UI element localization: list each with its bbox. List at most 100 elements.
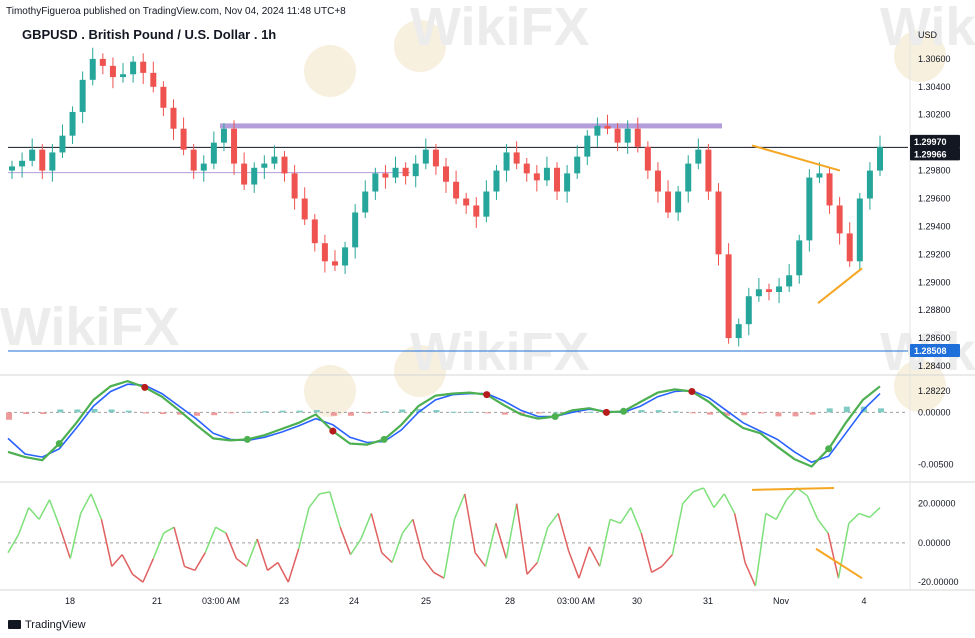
price-candle[interactable] <box>755 289 762 297</box>
price-candle[interactable] <box>776 286 783 293</box>
price-candle[interactable] <box>160 86 167 108</box>
price-candle[interactable] <box>543 167 550 181</box>
price-candle[interactable] <box>19 160 26 167</box>
crossover-dot[interactable] <box>380 435 388 443</box>
price-candle[interactable] <box>109 65 116 78</box>
price-candle[interactable] <box>170 107 177 129</box>
crossover-dot[interactable] <box>329 427 337 435</box>
price-candle[interactable] <box>120 74 127 78</box>
symbol-title[interactable]: GBPUSD . British Pound / U.S. Dollar . 1… <box>22 27 276 42</box>
price-candle[interactable] <box>321 243 328 262</box>
price-candle[interactable] <box>402 167 409 177</box>
price-candle[interactable] <box>130 61 137 75</box>
price-candle[interactable] <box>231 128 238 164</box>
price-candle[interactable] <box>362 191 369 213</box>
price-candle[interactable] <box>715 191 722 255</box>
price-candle[interactable] <box>877 146 883 171</box>
price-candle[interactable] <box>422 149 429 164</box>
crossover-dot[interactable] <box>243 435 251 443</box>
price-candle[interactable] <box>453 181 460 199</box>
price-candle[interactable] <box>29 149 36 161</box>
price-candle[interactable] <box>513 152 520 164</box>
price-candle[interactable] <box>473 205 480 217</box>
price-candle[interactable] <box>654 170 661 192</box>
price-candle[interactable] <box>412 163 419 177</box>
price-candle[interactable] <box>584 135 591 157</box>
price-candle[interactable] <box>39 149 46 171</box>
price-candle[interactable] <box>220 128 227 143</box>
price-candle[interactable] <box>382 173 389 178</box>
price-candle[interactable] <box>200 163 207 171</box>
price-candle[interactable] <box>624 128 631 143</box>
orange-trendline[interactable] <box>751 144 841 172</box>
price-candle[interactable] <box>241 163 248 185</box>
price-candle[interactable] <box>69 111 76 136</box>
price-candle[interactable] <box>866 170 873 199</box>
price-candle[interactable] <box>281 156 288 174</box>
crossover-dot[interactable] <box>620 407 628 415</box>
crossover-dot[interactable] <box>688 388 696 396</box>
crossover-dot[interactable] <box>602 408 610 416</box>
price-candle[interactable] <box>836 205 843 234</box>
price-candle[interactable] <box>604 125 611 129</box>
price-candle[interactable] <box>644 146 651 171</box>
price-candle[interactable] <box>574 156 581 174</box>
price-candle[interactable] <box>493 170 500 192</box>
price-candle[interactable] <box>291 173 298 199</box>
price-candle[interactable] <box>665 191 672 213</box>
price-candle[interactable] <box>331 261 338 266</box>
price-candle[interactable] <box>735 324 742 339</box>
price-candle[interactable] <box>695 149 702 164</box>
momentum-pane[interactable] <box>7 486 908 587</box>
price-candle[interactable] <box>443 166 449 182</box>
price-candle[interactable] <box>806 177 813 241</box>
price-candle[interactable] <box>89 58 96 80</box>
price-candle[interactable] <box>271 156 278 164</box>
price-candle[interactable] <box>594 125 601 136</box>
price-candle[interactable] <box>311 219 318 244</box>
price-candle[interactable] <box>99 58 106 66</box>
price-candle[interactable] <box>705 149 712 192</box>
price-candle[interactable] <box>372 173 379 192</box>
orange-trendline[interactable] <box>817 267 863 304</box>
price-candle[interactable] <box>79 79 86 112</box>
price-candle[interactable] <box>49 152 56 171</box>
oscillator-pane[interactable] <box>6 379 908 468</box>
price-candle[interactable] <box>564 173 571 192</box>
price-candle[interactable] <box>342 247 349 266</box>
price-candle[interactable] <box>140 61 147 73</box>
price-candle[interactable] <box>533 173 540 181</box>
price-candle[interactable] <box>554 167 561 192</box>
price-candle[interactable] <box>786 275 793 287</box>
crossover-dot[interactable] <box>825 445 833 453</box>
price-candle[interactable] <box>150 72 157 87</box>
crossover-dot[interactable] <box>55 440 63 448</box>
price-candle[interactable] <box>685 163 692 192</box>
orange-trendline[interactable] <box>751 486 835 491</box>
resistance-zone[interactable] <box>220 123 722 129</box>
price-candle[interactable] <box>463 198 470 206</box>
price-candle[interactable] <box>856 198 863 262</box>
price-candle[interactable] <box>180 128 187 150</box>
crossover-dot[interactable] <box>141 383 149 391</box>
oscillator-line[interactable] <box>7 379 881 468</box>
price-candle[interactable] <box>614 128 621 143</box>
price-candle[interactable] <box>675 191 682 213</box>
price-candle[interactable] <box>745 296 752 325</box>
signal-line[interactable] <box>7 383 881 464</box>
crossover-dot[interactable] <box>551 413 559 421</box>
price-candle[interactable] <box>432 149 439 167</box>
crossover-dot[interactable] <box>483 391 491 399</box>
price-candle[interactable] <box>392 167 399 178</box>
price-candle[interactable] <box>826 173 833 206</box>
price-candle[interactable] <box>9 166 15 171</box>
price-candle[interactable] <box>846 233 853 262</box>
price-candle[interactable] <box>816 173 823 178</box>
price-candle[interactable] <box>634 128 641 147</box>
tradingview-footer[interactable]: TradingView <box>8 619 86 631</box>
price-candle[interactable] <box>261 163 268 168</box>
price-candle[interactable] <box>301 198 308 220</box>
price-candle[interactable] <box>796 240 803 276</box>
price-candle[interactable] <box>190 149 197 171</box>
price-candle[interactable] <box>352 212 359 248</box>
